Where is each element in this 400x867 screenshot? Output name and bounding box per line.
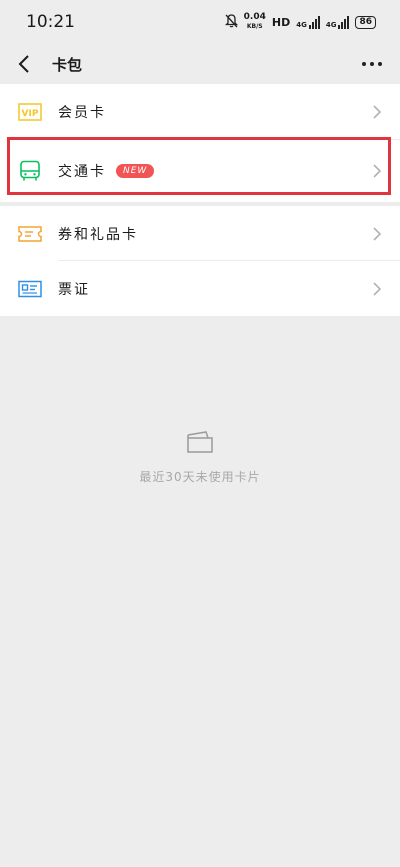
mute-bell-icon <box>224 13 238 31</box>
new-badge: NEW <box>116 164 155 178</box>
menu-item-membership-card[interactable]: VIP 会员卡 <box>0 84 400 140</box>
page-title: 卡包 <box>52 55 83 74</box>
battery-indicator: 86 <box>355 15 376 29</box>
chevron-right-icon <box>370 164 384 178</box>
signal-1: 4G <box>296 15 320 29</box>
chevron-right-icon <box>370 281 384 296</box>
empty-state: 最近30天未使用卡片 <box>0 430 400 485</box>
signal-bars-icon <box>308 15 320 29</box>
vip-icon: VIP <box>16 98 44 126</box>
chevron-right-icon <box>370 226 384 241</box>
network-speed: 0.04 KB/S <box>244 13 266 31</box>
menu-item-label: 券和礼品卡 <box>58 226 138 243</box>
speed-value: 0.04 <box>243 12 266 22</box>
status-icons: 0.04 KB/S HD 4G 4G 86 <box>224 13 376 31</box>
card-group-secondary: 券和礼品卡 票证 <box>0 206 400 316</box>
chevron-right-icon <box>370 105 384 119</box>
nav-bar: 卡包 <box>0 44 400 84</box>
id-card-icon <box>16 275 44 303</box>
ticket-icon <box>16 220 44 248</box>
net-type-1: 4G <box>296 21 307 29</box>
status-time: 10:21 <box>26 12 75 32</box>
signal-2: 4G <box>326 15 350 29</box>
menu-item-transit-card[interactable]: 交通卡 NEW <box>0 140 400 202</box>
svg-text:VIP: VIP <box>22 109 39 119</box>
more-options-icon[interactable] <box>358 58 386 70</box>
menu-item-coupons-gift-cards[interactable]: 券和礼品卡 <box>0 206 400 261</box>
net-type-2: 4G <box>325 21 337 29</box>
status-bar: 10:21 0.04 KB/S HD 4G 4G 86 <box>0 0 400 44</box>
bus-icon <box>16 157 44 185</box>
back-icon[interactable] <box>14 54 34 74</box>
signal-bars-icon <box>338 15 350 29</box>
card-placeholder-icon <box>0 430 400 454</box>
hd-indicator: HD <box>271 15 291 29</box>
card-group-primary: VIP 会员卡 交通卡 NEW <box>0 84 400 202</box>
menu-item-label: 票证 <box>58 281 90 298</box>
menu-item-label: 交通卡 <box>58 164 106 180</box>
speed-unit: KB/S <box>246 23 263 30</box>
menu-item-tickets-ids[interactable]: 票证 <box>0 261 400 316</box>
empty-state-text: 最近30天未使用卡片 <box>139 470 261 484</box>
menu-item-label: 会员卡 <box>58 105 106 121</box>
